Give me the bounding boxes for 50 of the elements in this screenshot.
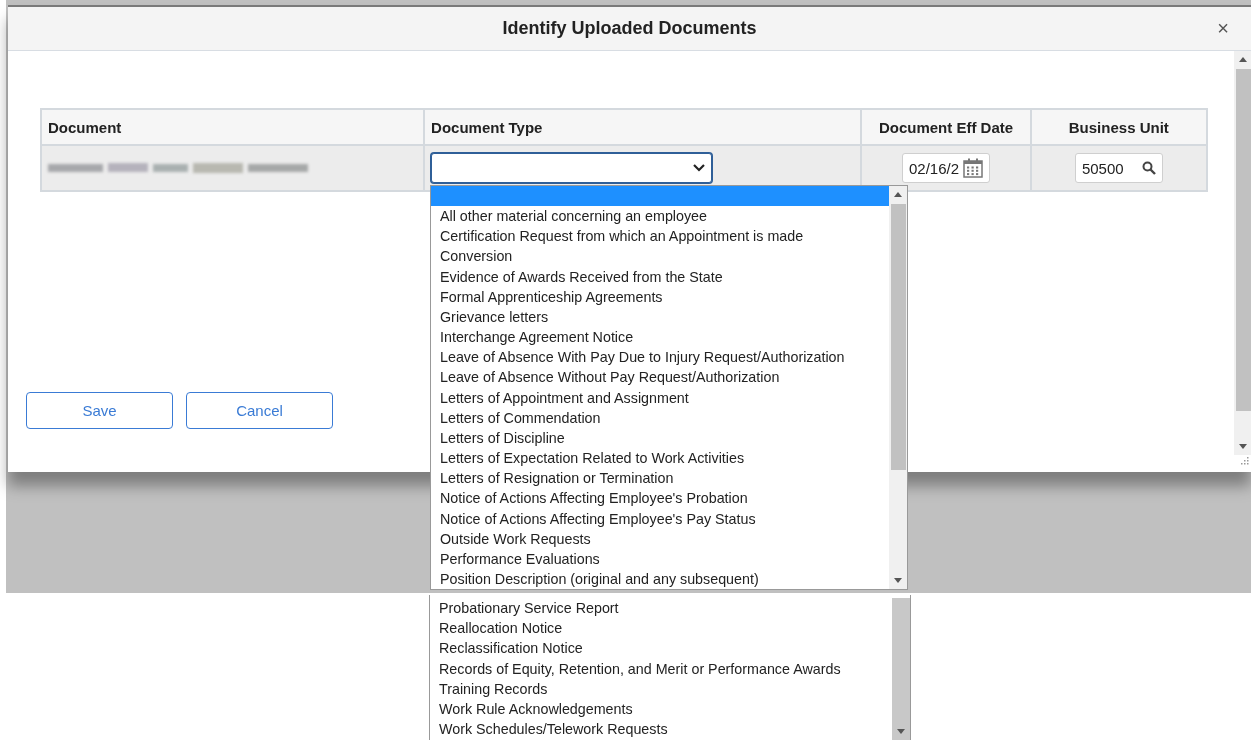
- dropdown-option[interactable]: Reallocation Notice: [430, 618, 892, 639]
- scroll-down-arrow-icon[interactable]: [896, 727, 906, 735]
- dropdown-option[interactable]: Reclassification Notice: [430, 638, 892, 659]
- dropdown-option[interactable]: Work Schedules/Telework Requests: [430, 719, 892, 740]
- business-unit-field[interactable]: 50500: [1074, 153, 1163, 183]
- dropdown-option[interactable]: Training Records: [430, 678, 892, 699]
- dropdown-option[interactable]: Leave of Absence With Pay Due to Injury Request/Authorization: [431, 347, 889, 368]
- column-header: Document: [41, 109, 425, 145]
- dropdown-option[interactable]: Interchange Agreement Notice: [431, 327, 889, 348]
- dropdown-option[interactable]: Work Rule Acknowledgements: [430, 698, 892, 720]
- column-header: Document Eff Date: [861, 109, 1031, 145]
- column-header: Document Type: [424, 109, 862, 145]
- resize-grip-icon[interactable]: [1239, 455, 1249, 465]
- dropdown-option[interactable]: Notice of Actions Affecting Employee's Pay Status: [431, 508, 889, 529]
- document-type-select[interactable]: [431, 153, 713, 183]
- scroll-up-arrow-icon[interactable]: [1238, 56, 1248, 64]
- dropdown-option[interactable]: Certification Request from which an Appointment is made: [431, 226, 889, 247]
- close-button[interactable]: ×: [1217, 17, 1229, 40]
- dropdown-option[interactable]: Letters of Expectation Related to Work Activities: [431, 448, 889, 469]
- scroll-down-arrow-icon[interactable]: [893, 576, 903, 584]
- dropdown-option[interactable]: Conversion: [431, 246, 889, 267]
- dropdown-option[interactable]: Letters of Commendation: [431, 407, 889, 428]
- dropdown-option[interactable]: [431, 186, 889, 207]
- dropdown-option[interactable]: Grievance letters: [431, 306, 889, 328]
- dropdown-option[interactable]: All other material concerning an employee: [431, 206, 889, 227]
- scrollbar[interactable]: [892, 598, 910, 740]
- dropdown-option[interactable]: Probationary Service Report: [430, 598, 892, 619]
- save-button[interactable]: Save: [26, 392, 173, 429]
- chevron-down-icon: [693, 164, 706, 172]
- dropdown-option[interactable]: Letters of Appointment and Assignment: [431, 387, 889, 408]
- scroll-up-arrow-icon[interactable]: [893, 191, 903, 199]
- dropdown-option[interactable]: Notice of Actions Affecting Employee's Probation: [431, 488, 889, 509]
- dropdown-option[interactable]: Evidence of Awards Received from the State: [431, 266, 889, 287]
- search-icon[interactable]: [1141, 161, 1156, 175]
- dropdown-option[interactable]: Records of Equity, Retention, and Merit or Performance Awards: [430, 658, 892, 679]
- column-header: Business Unit: [1030, 109, 1207, 145]
- dropdown-option[interactable]: Letters of Discipline: [431, 427, 889, 449]
- scrollbar[interactable]: [1234, 51, 1251, 455]
- date-field[interactable]: 02/16/2: [902, 153, 991, 183]
- dialog-title: Identify Uploaded Documents: [502, 18, 757, 39]
- dropdown-option[interactable]: Outside Work Requests: [431, 528, 889, 549]
- scrollbar[interactable]: [889, 186, 907, 589]
- scroll-down-arrow-icon[interactable]: [1238, 442, 1248, 450]
- cancel-button[interactable]: Cancel: [186, 392, 333, 429]
- dropdown-option[interactable]: Position Description (original and any subsequent): [431, 568, 889, 590]
- dropdown-option[interactable]: Performance Evaluations: [431, 548, 889, 569]
- dropdown-option[interactable]: Formal Apprenticeship Agreements: [431, 286, 889, 307]
- dropdown-option[interactable]: Leave of Absence Without Pay Request/Authorization: [431, 367, 889, 388]
- dropdown-option[interactable]: Letters of Resignation or Termination: [431, 468, 889, 489]
- calendar-icon[interactable]: [963, 158, 984, 178]
